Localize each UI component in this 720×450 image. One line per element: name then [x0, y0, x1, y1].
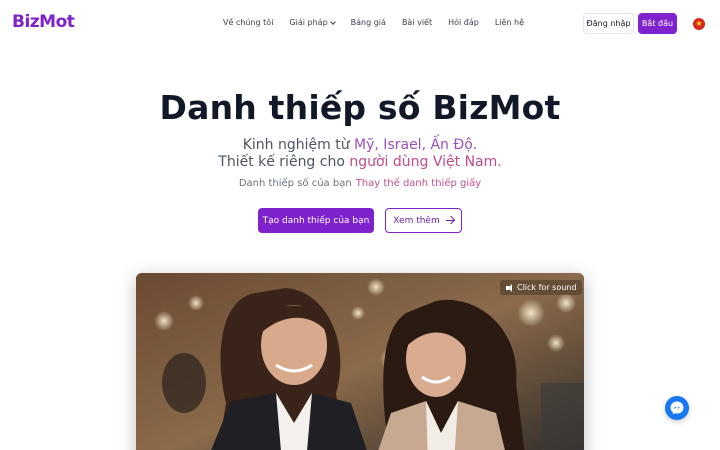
messenger-chat-button[interactable] [665, 396, 689, 420]
site-header: BizMot Về chúng tôi Giải pháp Bảng giá B… [0, 0, 720, 48]
nav-item-label: Liên hệ [494, 18, 525, 27]
hero-subtitle-line1: Kinh nghiệm từ Mỹ, Israel, Ấn Độ. [0, 137, 720, 153]
see-more-button[interactable]: Xem thêm [385, 208, 462, 233]
create-card-button[interactable]: Tạo danh thiếp của bạn [258, 208, 374, 233]
tagline-rotating-text: Thay thế danh thiếp giấy [355, 178, 482, 189]
click-for-sound-button[interactable]: Click for sound [500, 280, 583, 295]
nav-item-solutions[interactable]: Giải pháp [289, 18, 336, 27]
video-frame-illustration [136, 273, 584, 450]
nav-item-label: Bảng giá [350, 18, 386, 27]
nav-item-pricing[interactable]: Bảng giá [351, 18, 386, 27]
see-more-label: Xem thêm [393, 215, 440, 226]
nav-item-label: Hỏi đáp [448, 18, 479, 27]
nav-item-articles[interactable]: Bài viết [402, 18, 432, 27]
messenger-icon [670, 401, 684, 415]
tagline-text: Danh thiếp số của bạn [238, 178, 352, 189]
start-button[interactable]: Bắt đầu [638, 13, 677, 34]
hero-video[interactable] [136, 273, 584, 450]
subtitle-highlight: người dùng Việt Nam. [349, 154, 502, 170]
hero-title: Danh thiếp số BizMot [159, 88, 561, 127]
chevron-down-icon [329, 18, 336, 25]
main-nav: Về chúng tôi Giải pháp Bảng giá Bài viết… [223, 18, 524, 27]
sound-label: Click for sound [517, 283, 577, 292]
nav-item-about[interactable]: Về chúng tôi [223, 18, 273, 27]
subtitle-highlight: Mỹ, Israel, Ấn Độ. [354, 137, 478, 153]
nav-item-label: Về chúng tôi [223, 18, 274, 27]
speaker-muted-icon [506, 283, 513, 292]
hero-subtitle-line2: Thiết kế riêng cho người dùng Việt Nam. [0, 154, 720, 170]
subtitle-text: Thiết kế riêng cho [218, 154, 350, 170]
vietnam-flag-icon[interactable]: ★ [693, 18, 705, 30]
nav-item-label: Bài viết [401, 18, 433, 27]
hero-tagline: Danh thiếp số của bạn Thay thế danh thiếp… [0, 178, 720, 189]
nav-item-contact[interactable]: Liên hệ [495, 18, 524, 27]
arrow-right-icon [445, 220, 454, 221]
nav-item-label: Giải pháp [289, 18, 328, 27]
nav-item-faq[interactable]: Hỏi đáp [448, 18, 479, 27]
login-button[interactable]: Đăng nhập [583, 13, 634, 34]
brand-logo[interactable]: BizMot [12, 12, 75, 32]
subtitle-text: Kinh nghiệm từ [242, 137, 355, 153]
